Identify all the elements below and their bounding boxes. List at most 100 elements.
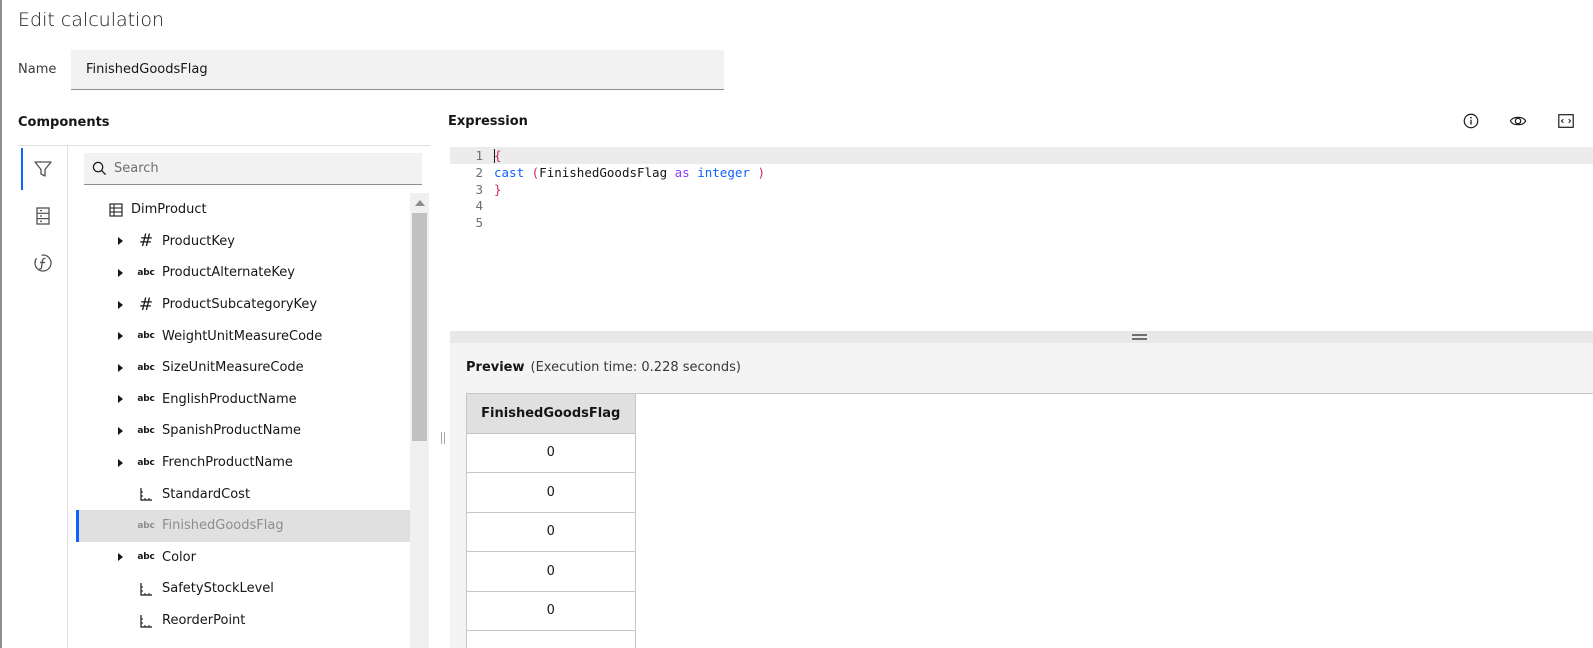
table-cell — [467, 630, 636, 648]
code-token: integer — [697, 165, 750, 180]
tree-root-label: DimProduct — [131, 202, 207, 218]
text-icon: abc — [137, 425, 155, 436]
text-icon: abc — [137, 362, 155, 373]
tree-item-productkey[interactable]: # ProductKey — [76, 226, 410, 258]
information-icon[interactable] — [1462, 112, 1480, 134]
tree-item-finishedgoodsflag[interactable]: abc FinishedGoodsFlag — [76, 509, 410, 542]
code-token: } — [494, 182, 502, 197]
tree-item-label: ProductKey — [162, 233, 235, 249]
tree-item-standardcost[interactable]: StandardCost — [76, 478, 410, 510]
code-token: cast — [494, 165, 525, 180]
code-token: ( — [524, 165, 540, 180]
tree-item-label: Color — [162, 549, 196, 565]
rail-tab-filter[interactable] — [18, 146, 68, 192]
tree-item-productsubcategorykey[interactable]: # ProductSubcategoryKey — [76, 289, 410, 321]
execution-time: (Execution time: 0.228 seconds) — [530, 360, 741, 375]
expression-label: Expression — [448, 114, 528, 129]
caret-right-icon[interactable] — [118, 300, 123, 309]
editor-preview-splitter[interactable] — [450, 331, 1593, 343]
code-token: ) — [749, 165, 765, 180]
preview-table: FinishedGoodsFlag 0 0 0 0 0 — [467, 394, 636, 648]
tree-item-englishproductname[interactable]: abc EnglishProductName — [76, 384, 410, 416]
table-row: 0 — [467, 512, 636, 552]
tree-item-sizeunitmeasurecode[interactable]: abc SizeUnitMeasureCode — [76, 352, 410, 384]
tree-root-dimproduct[interactable]: DimProduct — [76, 194, 410, 226]
editor-line-3: 3 } — [450, 181, 1593, 198]
tree-item-reorderpoint[interactable]: ReorderPoint — [76, 605, 410, 637]
text-icon: abc — [137, 394, 155, 405]
code-token: as — [674, 165, 690, 180]
components-label: Components — [18, 115, 110, 130]
editor-line-5: 5 — [450, 214, 1593, 231]
search-box[interactable] — [84, 153, 422, 185]
preview-panel: Preview (Execution time: 0.228 seconds) F… — [450, 343, 1593, 648]
editor-line-4: 4 — [450, 197, 1593, 214]
code-token: FinishedGoodsFlag — [539, 165, 675, 180]
tree-item-weightunitmeasurecode[interactable]: abc WeightUnitMeasureCode — [76, 320, 410, 352]
line-number: 3 — [475, 182, 483, 197]
text-icon: abc — [137, 552, 155, 563]
line-number: 1 — [475, 148, 483, 163]
table-icon — [106, 203, 126, 217]
caret-right-icon[interactable] — [118, 395, 123, 404]
code-format-icon[interactable] — [1557, 112, 1575, 134]
caret-right-icon[interactable] — [118, 237, 123, 246]
caret-right-icon[interactable] — [118, 332, 123, 341]
tree-item-label: FrenchProductName — [162, 455, 293, 471]
table-header-row: FinishedGoodsFlag — [467, 394, 636, 434]
caret-right-icon[interactable] — [118, 363, 123, 372]
rail-tab-functions[interactable] — [18, 240, 68, 286]
editor-line-2: 2 cast (FinishedGoodsFlag as integer ) — [450, 164, 1593, 181]
tree-item-label: SizeUnitMeasureCode — [162, 360, 304, 376]
preview-header: Preview (Execution time: 0.228 seconds) — [466, 360, 741, 375]
column-header[interactable]: FinishedGoodsFlag — [467, 394, 636, 434]
text-icon: abc — [137, 331, 155, 342]
caret-right-icon[interactable] — [118, 553, 123, 562]
line-number: 4 — [475, 198, 483, 213]
scroll-up-arrow-icon[interactable] — [415, 200, 425, 206]
panel-resize-handle[interactable] — [441, 432, 445, 444]
table-cell: 0 — [467, 512, 636, 552]
code-token: { — [494, 147, 502, 163]
text-icon: abc — [137, 520, 155, 531]
code-line: { — [494, 148, 502, 164]
table-cell: 0 — [467, 433, 636, 473]
tree-item-label: ProductAlternateKey — [162, 265, 295, 281]
tree-item-label: EnglishProductName — [162, 391, 297, 407]
tree-item-frenchproductname[interactable]: abc FrenchProductName — [76, 447, 410, 479]
table-cell: 0 — [467, 591, 636, 631]
caret-right-icon[interactable] — [118, 268, 123, 277]
line-number: 5 — [475, 215, 483, 230]
tree-item-label: ProductSubcategoryKey — [162, 297, 318, 313]
tree-scrollbar[interactable] — [410, 193, 429, 648]
caret-right-icon[interactable] — [118, 458, 123, 467]
tree-item-spanishproductname[interactable]: abc SpanishProductName — [76, 415, 410, 447]
tree-item-color[interactable]: abc Color — [76, 542, 410, 574]
rail-tab-data[interactable] — [18, 193, 68, 239]
search-input[interactable] — [114, 161, 414, 176]
table-row: 0 — [467, 433, 636, 473]
text-icon: abc — [137, 267, 155, 278]
numeric-icon: # — [138, 231, 154, 252]
tree-item-label: ReorderPoint — [162, 613, 246, 629]
name-label: Name — [18, 62, 57, 77]
expression-editor[interactable]: 1 { 2 cast (FinishedGoodsFlag as integer… — [450, 145, 1593, 331]
scroll-thumb[interactable] — [412, 213, 427, 441]
tree-item-label: SpanishProductName — [162, 423, 302, 439]
preview-label: Preview — [466, 360, 525, 375]
data-list-icon — [36, 207, 50, 225]
measure-icon — [136, 582, 156, 596]
table-cell: 0 — [467, 551, 636, 592]
caret-right-icon[interactable] — [118, 426, 123, 435]
tree-item-label: StandardCost — [162, 486, 251, 502]
measure-icon — [136, 614, 156, 628]
name-input[interactable] — [71, 50, 724, 90]
view-icon[interactable] — [1509, 112, 1527, 134]
drag-handle-icon[interactable] — [1132, 334, 1147, 340]
tree-item-productalternatekey[interactable]: abc ProductAlternateKey — [76, 257, 410, 289]
dialog-title: Edit calculation — [18, 9, 165, 31]
tree-item-safetystocklevel[interactable]: SafetyStockLevel — [76, 573, 410, 605]
filter-icon — [34, 161, 52, 177]
components-tree: DimProduct # ProductKey abc ProductAlter… — [76, 194, 410, 636]
table-row — [467, 630, 636, 648]
